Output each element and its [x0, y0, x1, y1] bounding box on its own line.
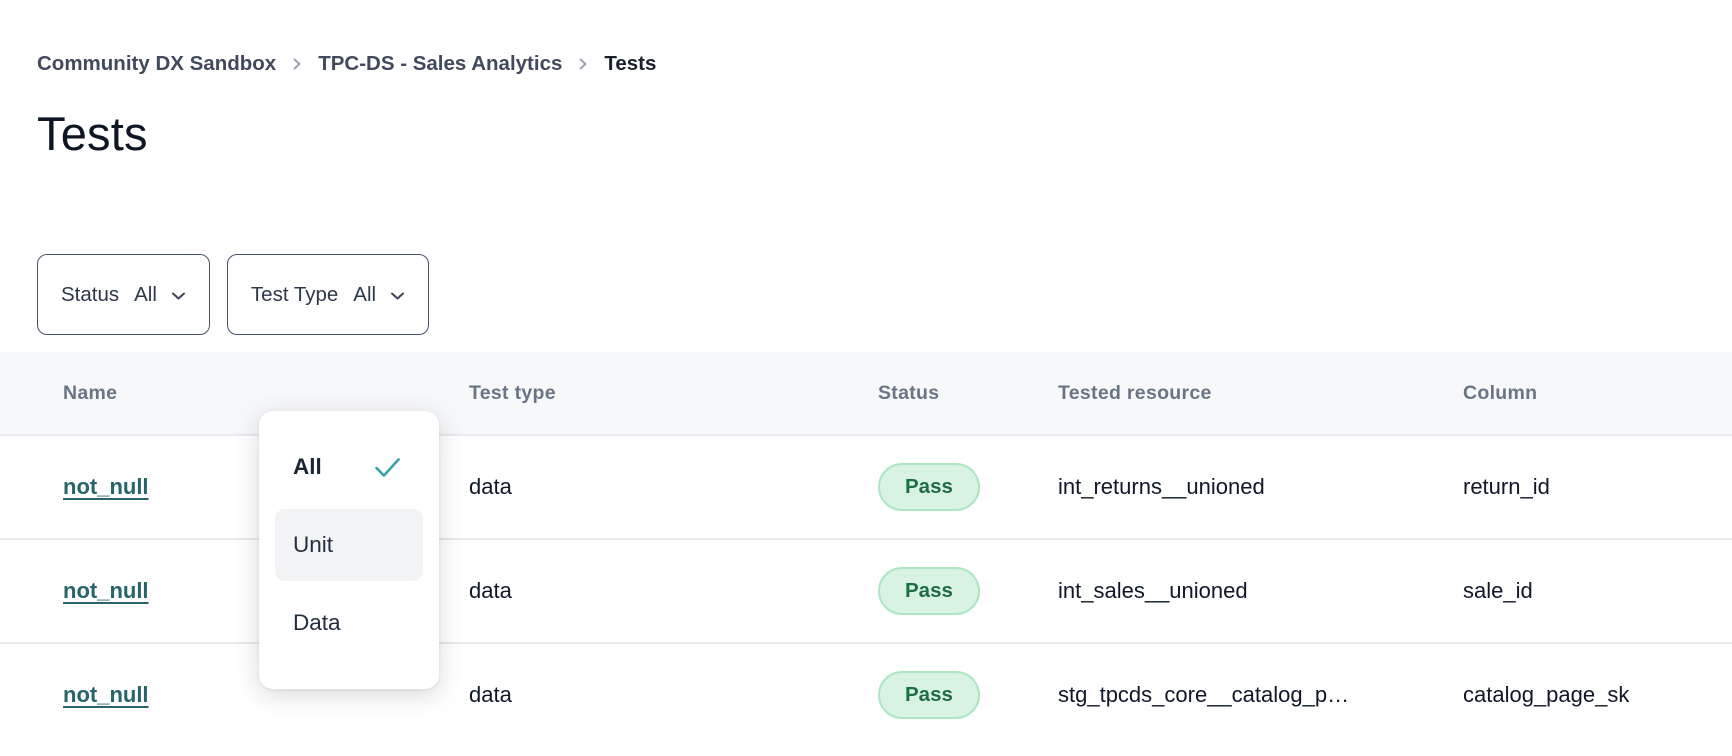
test-type-filter-value: All — [353, 283, 376, 307]
status-badge: Pass — [878, 671, 980, 719]
test-type-filter-label: Test Type — [251, 283, 338, 307]
chevron-down-icon — [171, 291, 186, 301]
chevron-right-icon — [290, 57, 304, 71]
status-filter-value: All — [134, 283, 157, 307]
tested-resource-cell: int_sales__unioned — [1058, 578, 1463, 604]
tested-resource-cell: stg_tpcds_core__catalog_p… — [1058, 682, 1463, 708]
breadcrumb-current-tests: Tests — [604, 52, 656, 76]
menu-option-unit[interactable]: Unit — [275, 509, 423, 581]
status-badge: Pass — [878, 463, 980, 511]
column-header-name: Name — [63, 382, 469, 405]
column-cell: sale_id — [1463, 578, 1732, 604]
test-type-cell: data — [469, 474, 878, 500]
column-cell: catalog_page_sk — [1463, 682, 1732, 708]
page-title: Tests — [0, 104, 1732, 164]
test-type-dropdown-menu: All Unit Data — [259, 411, 439, 689]
chevron-down-icon — [390, 291, 405, 301]
test-type-cell: data — [469, 682, 878, 708]
column-header-test-type: Test type — [469, 382, 878, 405]
menu-option-label: All — [293, 454, 322, 480]
menu-option-data[interactable]: Data — [275, 587, 423, 659]
menu-option-label: Data — [293, 610, 341, 636]
check-icon — [374, 457, 401, 478]
test-type-filter-button[interactable]: Test Type All — [227, 254, 429, 335]
status-badge: Pass — [878, 567, 980, 615]
test-name-link[interactable]: not_null — [63, 578, 149, 603]
chevron-right-icon — [576, 57, 590, 71]
status-filter-button[interactable]: Status All — [37, 254, 210, 335]
breadcrumb: Community DX Sandbox TPC-DS - Sales Anal… — [0, 52, 1732, 76]
menu-option-label: Unit — [293, 532, 333, 558]
column-header-column: Column — [1463, 382, 1732, 405]
test-name-link[interactable]: not_null — [63, 682, 149, 707]
column-cell: return_id — [1463, 474, 1732, 500]
test-name-link[interactable]: not_null — [63, 474, 149, 499]
filter-bar: Status All Test Type All — [0, 254, 1732, 335]
test-type-cell: data — [469, 578, 878, 604]
tests-page: Community DX Sandbox TPC-DS - Sales Anal… — [0, 52, 1732, 756]
column-header-tested-resource: Tested resource — [1058, 382, 1463, 405]
column-header-status: Status — [878, 382, 1058, 405]
tested-resource-cell: int_returns__unioned — [1058, 474, 1463, 500]
breadcrumb-environment-link[interactable]: TPC-DS - Sales Analytics — [318, 52, 562, 76]
breadcrumb-project-link[interactable]: Community DX Sandbox — [37, 52, 276, 76]
menu-option-all[interactable]: All — [275, 431, 423, 503]
status-filter-label: Status — [61, 283, 119, 307]
